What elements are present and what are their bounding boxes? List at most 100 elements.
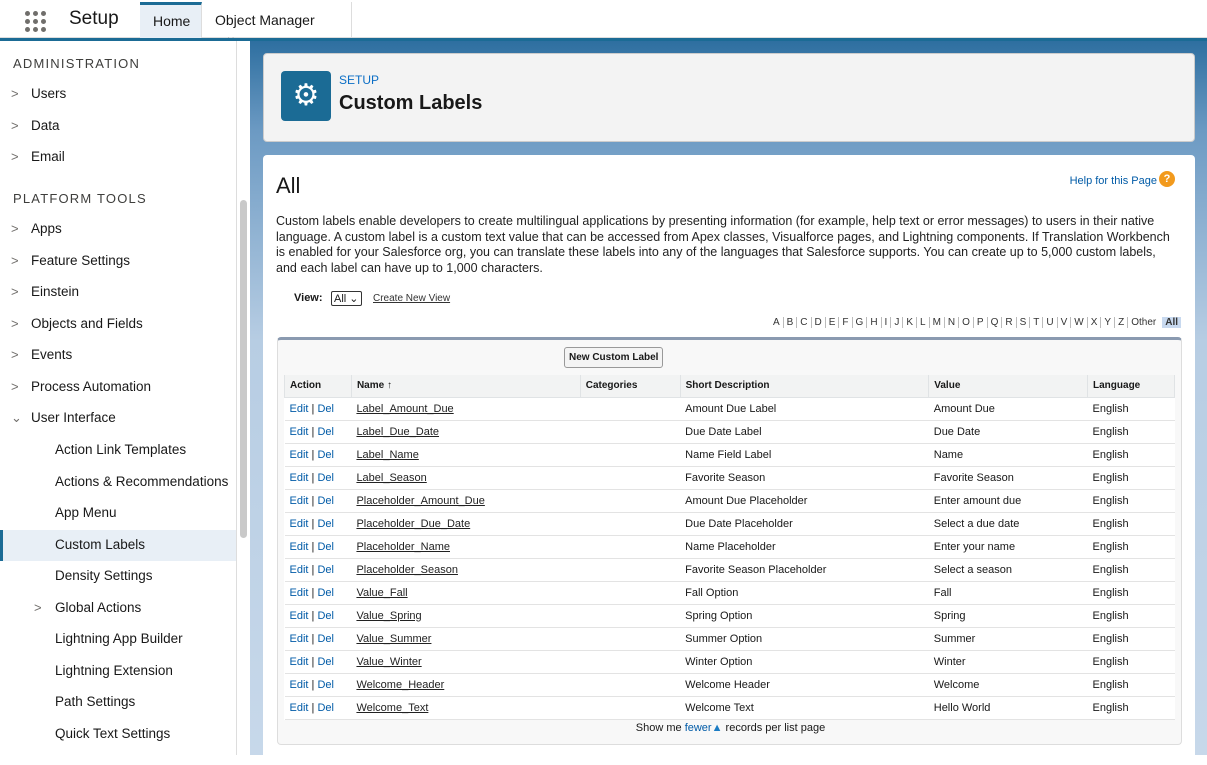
sidebar-subitem[interactable]: Custom Labels <box>0 529 236 561</box>
label-name-link[interactable]: Placeholder_Name <box>356 541 450 553</box>
sidebar-subitem[interactable]: > Global Actions <box>0 593 236 624</box>
alpha-filter-j[interactable]: J <box>890 317 902 328</box>
edit-link[interactable]: Edit <box>290 541 309 553</box>
alpha-filter-a[interactable]: A <box>770 317 783 328</box>
edit-link[interactable]: Edit <box>290 518 309 530</box>
del-link[interactable]: Del <box>317 495 334 507</box>
label-name-link[interactable]: Placeholder_Season <box>356 564 458 576</box>
del-link[interactable]: Del <box>317 656 334 668</box>
del-link[interactable]: Del <box>317 610 334 622</box>
breadcrumb[interactable]: SETUP <box>339 73 379 87</box>
column-header[interactable]: Language <box>1087 375 1175 398</box>
column-header[interactable]: Name ↑ <box>350 375 581 398</box>
tab-object-manager[interactable]: Object Manager ⌄ <box>202 2 352 44</box>
alpha-filter-z[interactable]: Z <box>1114 317 1127 328</box>
alpha-filter-v[interactable]: V <box>1056 317 1071 328</box>
app-launcher-icon[interactable] <box>25 11 47 32</box>
sidebar-item[interactable]: > Objects and Fields <box>0 309 236 340</box>
edit-link[interactable]: Edit <box>290 495 309 507</box>
edit-link[interactable]: Edit <box>290 564 309 576</box>
column-header[interactable]: Action <box>284 375 352 398</box>
alpha-filter-e[interactable]: E <box>824 317 839 328</box>
del-link[interactable]: Del <box>317 426 334 438</box>
alpha-filter-f[interactable]: F <box>838 317 851 328</box>
alpha-filter-o[interactable]: O <box>958 317 973 328</box>
triangle-up-icon[interactable]: ▲ <box>712 722 723 734</box>
alpha-filter-s[interactable]: S <box>1015 317 1030 328</box>
edit-link[interactable]: Edit <box>290 426 309 438</box>
alpha-filter-other[interactable]: Other <box>1127 317 1159 328</box>
sidebar-subitem[interactable]: Path Settings <box>0 687 236 718</box>
label-name-link[interactable]: Welcome_Header <box>356 679 444 691</box>
edit-link[interactable]: Edit <box>290 587 309 599</box>
alpha-filter-y[interactable]: Y <box>1100 317 1114 328</box>
del-link[interactable]: Del <box>317 587 334 599</box>
del-link[interactable]: Del <box>317 403 334 415</box>
alpha-filter-m[interactable]: M <box>928 317 944 328</box>
label-name-link[interactable]: Placeholder_Amount_Due <box>356 495 484 507</box>
sidebar-scrollbar[interactable] <box>240 200 247 538</box>
edit-link[interactable]: Edit <box>290 633 309 645</box>
sidebar-item[interactable]: > Email <box>0 142 236 173</box>
del-link[interactable]: Del <box>317 518 334 530</box>
del-link[interactable]: Del <box>317 449 334 461</box>
label-name-link[interactable]: Value_Summer <box>356 633 431 645</box>
label-name-link[interactable]: Welcome_Text <box>356 702 428 714</box>
edit-link[interactable]: Edit <box>290 403 309 415</box>
alpha-filter-k[interactable]: K <box>902 317 916 328</box>
sidebar-subitem[interactable]: Lightning App Builder <box>0 624 236 655</box>
sidebar-subitem[interactable]: App Menu <box>0 498 236 529</box>
sidebar-item[interactable]: > Process Automation <box>0 372 236 403</box>
alpha-filter-t[interactable]: T <box>1029 317 1042 328</box>
alpha-filter-i[interactable]: I <box>880 317 891 328</box>
sidebar-subitem[interactable]: Action Link Templates <box>0 435 236 466</box>
del-link[interactable]: Del <box>317 702 334 714</box>
sidebar-item[interactable]: > Data <box>0 111 236 142</box>
tab-home[interactable]: Home <box>140 2 202 38</box>
edit-link[interactable]: Edit <box>290 449 309 461</box>
alpha-filter-n[interactable]: N <box>943 317 958 328</box>
edit-link[interactable]: Edit <box>290 472 309 484</box>
label-name-link[interactable]: Value_Spring <box>356 610 421 622</box>
column-header[interactable]: Categories <box>579 375 681 398</box>
sidebar-item[interactable]: > Einstein <box>0 277 236 308</box>
alpha-filter-r[interactable]: R <box>1001 317 1015 328</box>
view-select[interactable]: All ⌄ <box>331 291 362 306</box>
create-new-view-link[interactable]: Create New View <box>373 293 450 304</box>
alpha-filter-p[interactable]: P <box>972 317 987 328</box>
label-name-link[interactable]: Value_Fall <box>356 587 407 599</box>
edit-link[interactable]: Edit <box>290 702 309 714</box>
alpha-filter-all[interactable]: All <box>1162 317 1181 328</box>
edit-link[interactable]: Edit <box>290 610 309 622</box>
del-link[interactable]: Del <box>317 472 334 484</box>
label-name-link[interactable]: Label_Season <box>356 472 426 484</box>
alpha-filter-d[interactable]: D <box>810 317 825 328</box>
edit-link[interactable]: Edit <box>290 656 309 668</box>
label-name-link[interactable]: Label_Due_Date <box>356 426 439 438</box>
sidebar-item[interactable]: ⌄ User Interface <box>0 403 236 434</box>
help-link[interactable]: Help for this Page <box>1070 175 1157 187</box>
del-link[interactable]: Del <box>317 679 334 691</box>
help-icon[interactable]: ? <box>1159 171 1175 187</box>
alpha-filter-c[interactable]: C <box>796 317 810 328</box>
sidebar-item[interactable]: > Users <box>0 79 236 110</box>
alpha-filter-h[interactable]: H <box>866 317 880 328</box>
sidebar-subitem[interactable]: Lightning Extension <box>0 656 236 687</box>
label-name-link[interactable]: Value_Winter <box>356 656 421 668</box>
del-link[interactable]: Del <box>317 564 334 576</box>
alpha-filter-q[interactable]: Q <box>986 317 1002 328</box>
new-custom-label-button[interactable]: New Custom Label <box>564 347 664 368</box>
sidebar-subitem[interactable]: Actions & Recommendations <box>0 467 236 498</box>
column-header[interactable]: Value <box>928 375 1089 398</box>
del-link[interactable]: Del <box>317 541 334 553</box>
sidebar-subitem[interactable]: Density Settings <box>0 561 236 592</box>
sidebar-subitem[interactable]: Quick Text Settings <box>0 719 236 750</box>
label-name-link[interactable]: Label_Amount_Due <box>356 403 453 415</box>
alpha-filter-x[interactable]: X <box>1086 317 1101 328</box>
sidebar-item[interactable]: > Feature Settings <box>0 246 236 277</box>
label-name-link[interactable]: Placeholder_Due_Date <box>356 518 470 530</box>
alpha-filter-b[interactable]: B <box>782 317 797 328</box>
edit-link[interactable]: Edit <box>290 679 309 691</box>
column-header[interactable]: Short Description <box>679 375 930 398</box>
alpha-filter-u[interactable]: U <box>1042 317 1056 328</box>
